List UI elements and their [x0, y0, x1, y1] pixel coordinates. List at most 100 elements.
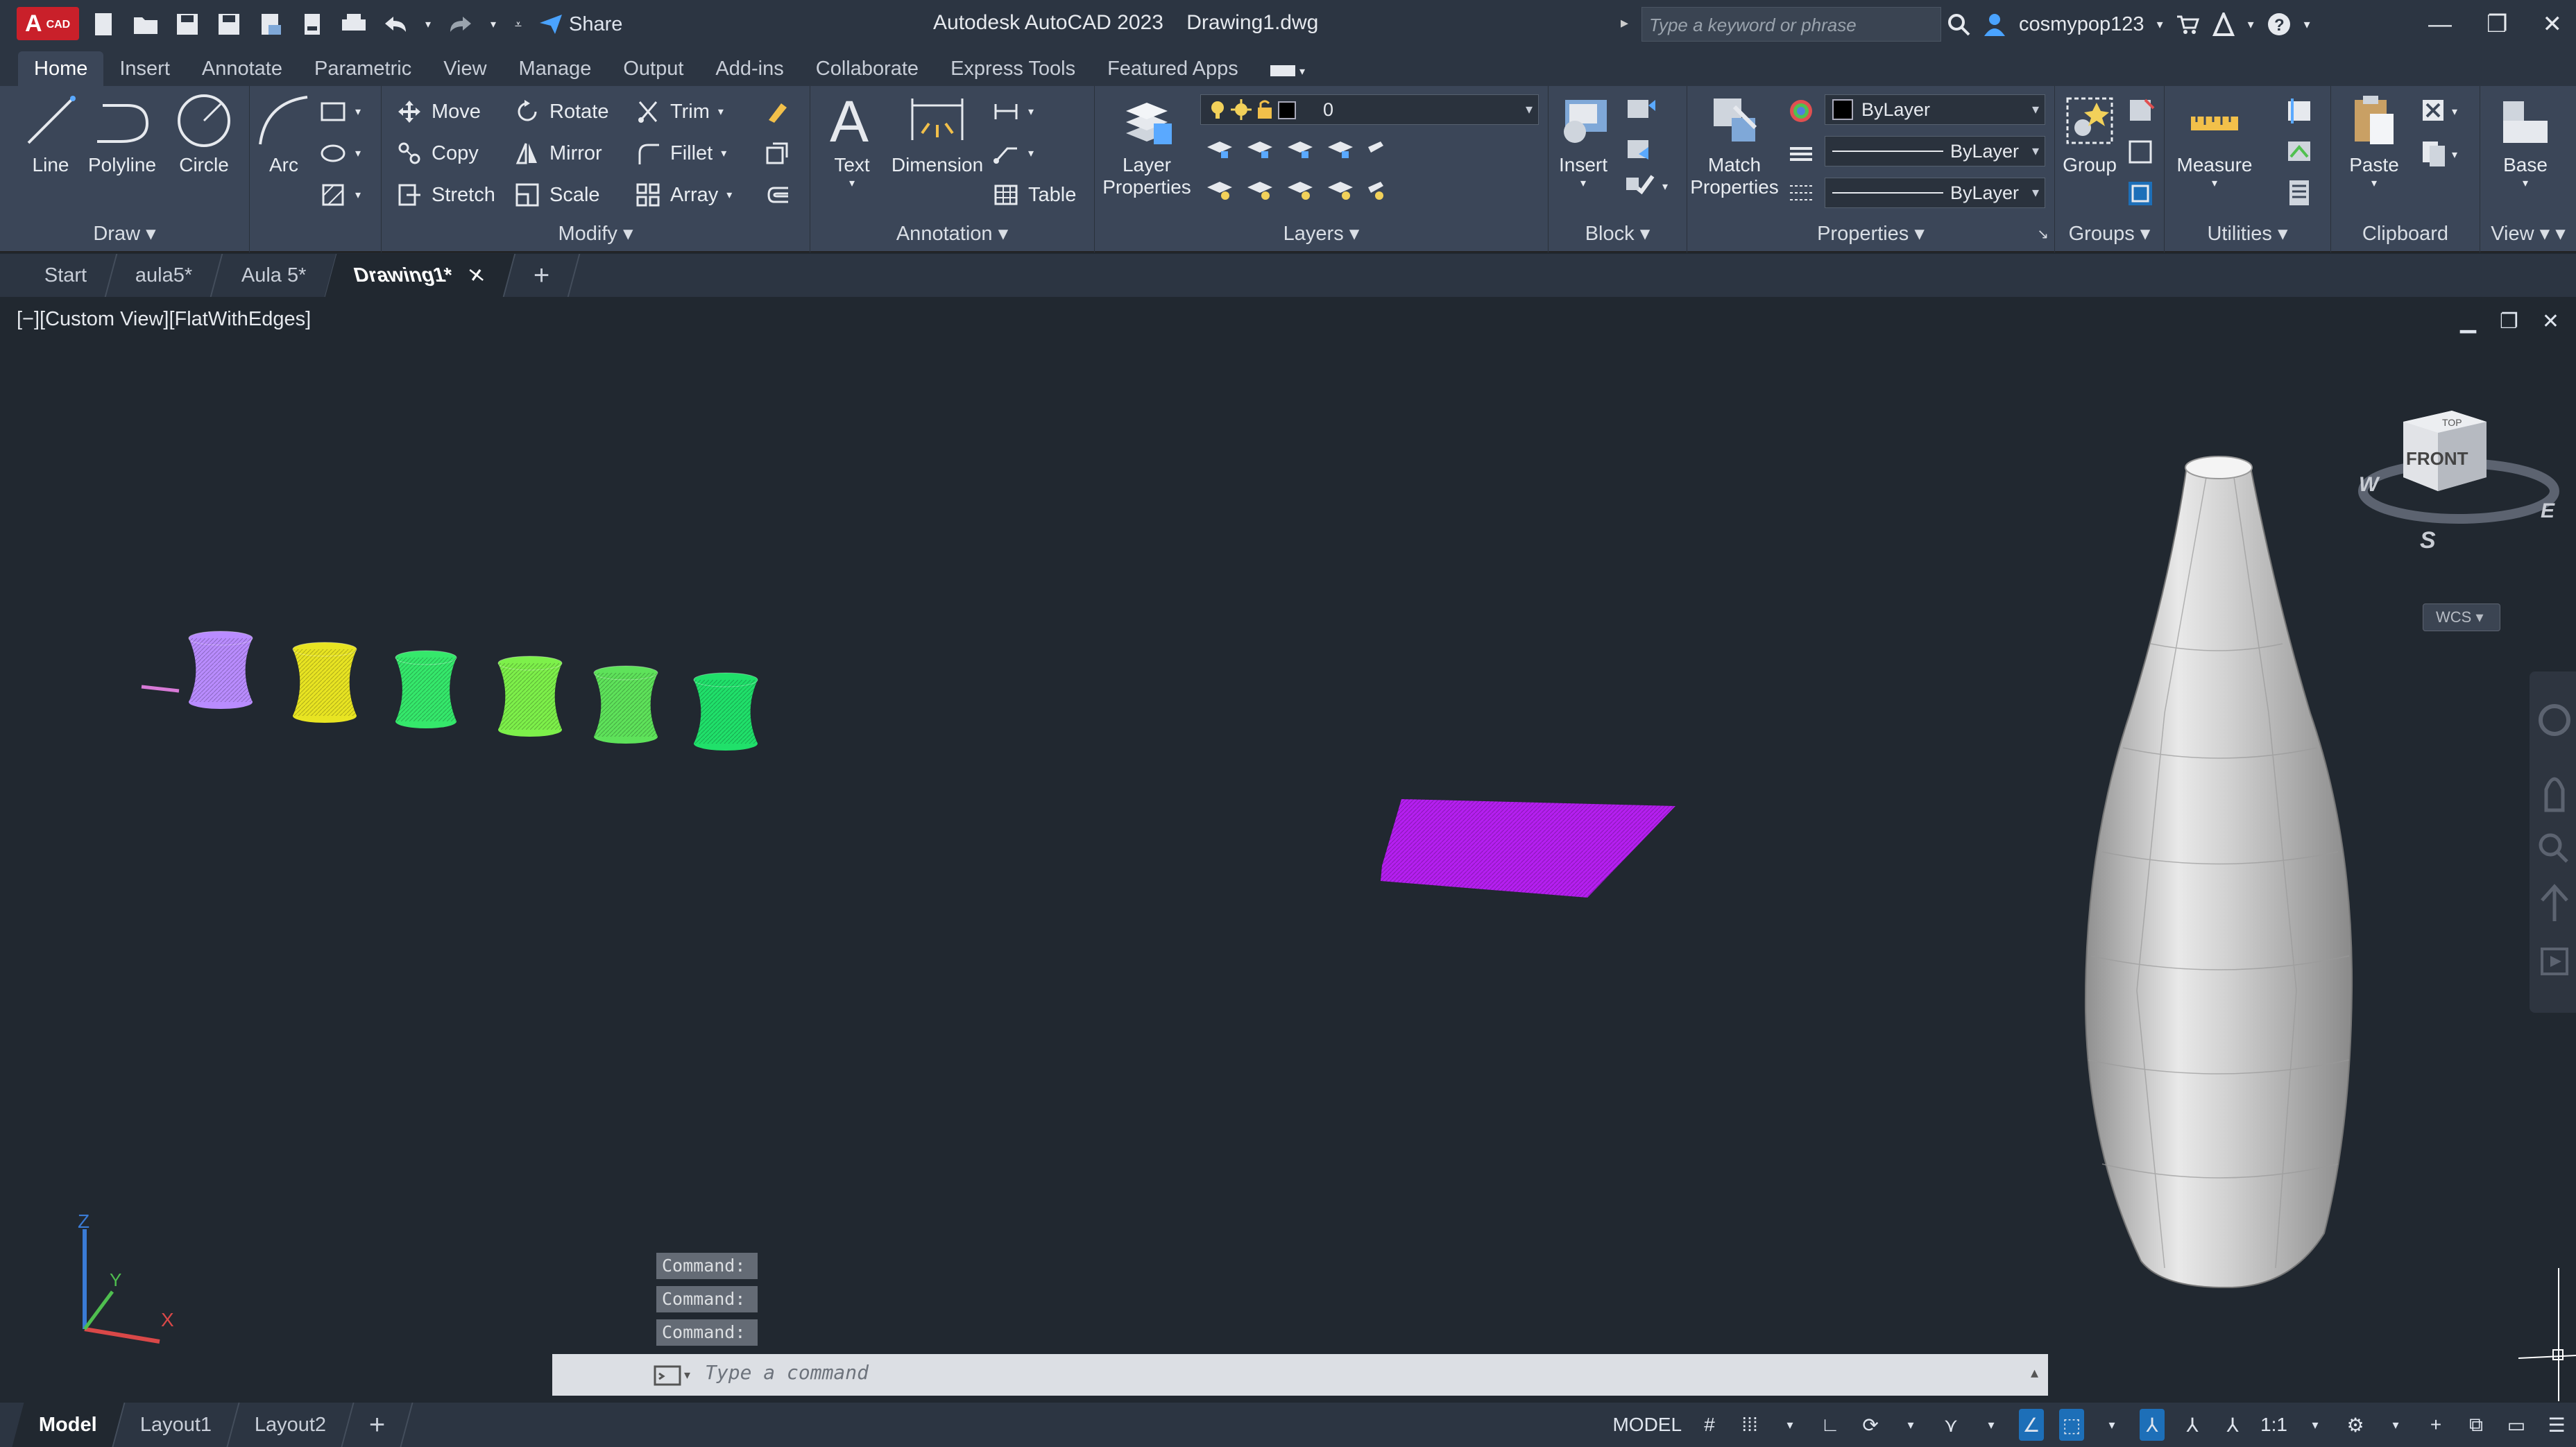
user-icon[interactable] [1983, 12, 2006, 36]
annotation-visibility-icon[interactable]: ⅄ [2140, 1409, 2165, 1441]
draw-panel-title[interactable]: Draw ▾ [0, 221, 249, 246]
group-tools-icons[interactable] [2124, 96, 2159, 214]
magenta-plane[interactable] [1381, 799, 1675, 898]
groups-panel-title[interactable]: Groups ▾ [2055, 221, 2164, 246]
explode-button[interactable] [763, 137, 791, 169]
undo-dropdown-icon[interactable]: ▾ [423, 10, 433, 38]
command-expand-icon[interactable]: ▴ [2031, 1364, 2038, 1382]
layout-tab-layout2[interactable]: Layout2 [228, 1403, 355, 1447]
trim-button[interactable]: Trim ▾ [634, 96, 724, 128]
move-button[interactable]: Move [395, 96, 481, 128]
tab-manage[interactable]: Manage [503, 51, 608, 87]
hyperboloid-solid[interactable] [497, 656, 563, 737]
properties-dialog-launcher-icon[interactable]: ↘ [2037, 225, 2049, 243]
fillet-button[interactable]: Fillet ▾ [634, 137, 726, 169]
file-tab-aula5-lower[interactable]: aula5* [105, 254, 223, 297]
scale-button[interactable]: Scale [513, 179, 600, 211]
tab-featured-apps[interactable]: Featured Apps [1091, 51, 1254, 87]
tab-parametric[interactable]: Parametric [298, 51, 427, 87]
hyperboloid-solid[interactable] [593, 665, 658, 744]
account-dropdown-icon[interactable]: ▾ [2248, 17, 2254, 32]
compass-west[interactable]: W [2359, 473, 2380, 496]
snap-dropdown-icon[interactable]: ▾ [1777, 1409, 1802, 1441]
clipboard-panel-title[interactable]: Clipboard [2331, 223, 2480, 246]
utilities-panel-title[interactable]: Utilities ▾ [2165, 221, 2330, 246]
new-layout-button[interactable]: + [342, 1403, 414, 1447]
hyperboloid-solid[interactable] [188, 631, 253, 709]
autodesk-account-icon[interactable] [2212, 12, 2235, 36]
save-icon[interactable] [173, 10, 201, 38]
color-dropdown[interactable]: ByLayer ▾ [1825, 94, 2045, 125]
object-snap-dropdown-icon[interactable]: ▾ [2099, 1409, 2124, 1441]
hyperboloid-solid[interactable] [395, 650, 457, 728]
isolate-objects-icon[interactable]: ▭ [2504, 1409, 2529, 1441]
tab-annotate[interactable]: Annotate [186, 51, 298, 87]
drawing-viewport[interactable]: [−][Custom View][FlatWithEdges] ▁ ❐ ✕ Z … [14, 297, 2576, 1401]
redo-icon[interactable] [447, 10, 475, 38]
rotate-button[interactable]: Rotate [513, 96, 608, 128]
new-file-icon[interactable] [90, 10, 118, 38]
model-space-toggle[interactable]: MODEL [1612, 1409, 1682, 1441]
short-line-entity[interactable] [141, 685, 180, 693]
view-panel-title[interactable]: View ▾ ▾ [2480, 221, 2576, 246]
layout-tab-model[interactable]: Model [12, 1403, 126, 1447]
minimize-icon[interactable]: — [2428, 11, 2452, 38]
annotation-scale-value[interactable]: 1:1 [2260, 1409, 2287, 1441]
grid-icon[interactable]: # [1697, 1409, 1722, 1441]
compass-south[interactable]: S [2420, 527, 2436, 554]
viewcube[interactable]: FRONT TOP W E S [2355, 401, 2563, 623]
annotation-scale-icon[interactable]: ⅄ [2220, 1409, 2245, 1441]
stretch-button[interactable]: Stretch [395, 179, 495, 211]
snap-mode-icon[interactable]: ⁞⁞⁞ [1737, 1409, 1762, 1441]
workspace-gear-icon[interactable]: ⚙ [2343, 1409, 2368, 1441]
plot-icon[interactable] [340, 10, 368, 38]
tab-home[interactable]: Home [18, 51, 104, 87]
properties-panel-title[interactable]: Properties ▾ [1687, 221, 2054, 246]
ribbon-options-icon[interactable]: ▾ [1254, 51, 1325, 87]
cart-icon[interactable] [2176, 14, 2199, 35]
ortho-icon[interactable]: ∟ [1818, 1409, 1843, 1441]
dimension-tool[interactable]: Dimension [885, 92, 989, 176]
array-button[interactable]: Array ▾ [634, 179, 732, 211]
undo-icon[interactable] [382, 10, 409, 38]
file-tab-aula5[interactable]: Aula 5* [212, 254, 337, 297]
measure-tool[interactable]: Measure ▾ [2173, 92, 2256, 190]
layer-tools-icons[interactable] [1204, 133, 1385, 216]
close-icon[interactable]: ✕ [2543, 10, 2563, 38]
tab-output[interactable]: Output [607, 51, 699, 87]
polar-tracking-icon[interactable]: ⟳ [1858, 1409, 1883, 1441]
file-tab-start[interactable]: Start [15, 254, 118, 297]
circle-tool[interactable]: Circle [169, 92, 239, 176]
scale-dropdown-icon[interactable]: ▾ [2303, 1409, 2328, 1441]
search-input[interactable]: Type a keyword or phrase [1641, 7, 1941, 42]
leader-button[interactable]: ▾ [992, 137, 1034, 169]
vase-solid[interactable] [2084, 456, 2353, 1289]
paste-tool[interactable]: Paste ▾ [2332, 92, 2416, 190]
modify-panel-title[interactable]: Modify ▾ [382, 221, 810, 246]
open-from-web-icon[interactable] [257, 10, 284, 38]
save-to-web-icon[interactable] [298, 10, 326, 38]
open-folder-icon[interactable] [132, 10, 160, 38]
layer-properties-tool[interactable]: Layer Properties [1102, 92, 1192, 198]
user-dropdown-icon[interactable]: ▾ [2157, 17, 2163, 32]
search-expand-icon[interactable]: ▸ [1621, 14, 1628, 32]
base-view-tool[interactable]: Base ▾ [2487, 92, 2564, 190]
wcs-menu[interactable]: WCS ▾ [2423, 603, 2500, 631]
save-as-icon[interactable] [215, 10, 243, 38]
navbar-icons[interactable] [2530, 671, 2576, 1013]
hyperboloid-group[interactable] [188, 631, 758, 751]
utilities-side-icons[interactable] [2281, 96, 2323, 214]
rectangle-tool[interactable]: ▾ [319, 96, 361, 128]
help-dropdown-icon[interactable]: ▾ [2304, 17, 2310, 32]
erase-button[interactable] [763, 96, 791, 128]
tab-insert[interactable]: Insert [103, 51, 186, 87]
object-snap-icon[interactable]: ⬚ [2059, 1409, 2085, 1441]
table-button[interactable]: Table [992, 179, 1076, 211]
match-properties-tool[interactable]: Match Properties [1687, 92, 1782, 198]
workspace-dropdown-icon[interactable]: ▾ [2383, 1409, 2408, 1441]
viewcube-front-face[interactable]: FRONT [2406, 448, 2468, 469]
object-snap-tracking-icon[interactable]: ∠ [2019, 1409, 2045, 1441]
customization-menu-icon[interactable]: ☰ [2544, 1409, 2569, 1441]
polyline-tool[interactable]: Polyline [83, 92, 161, 176]
command-recent-icon[interactable]: ▾ [654, 1361, 697, 1389]
